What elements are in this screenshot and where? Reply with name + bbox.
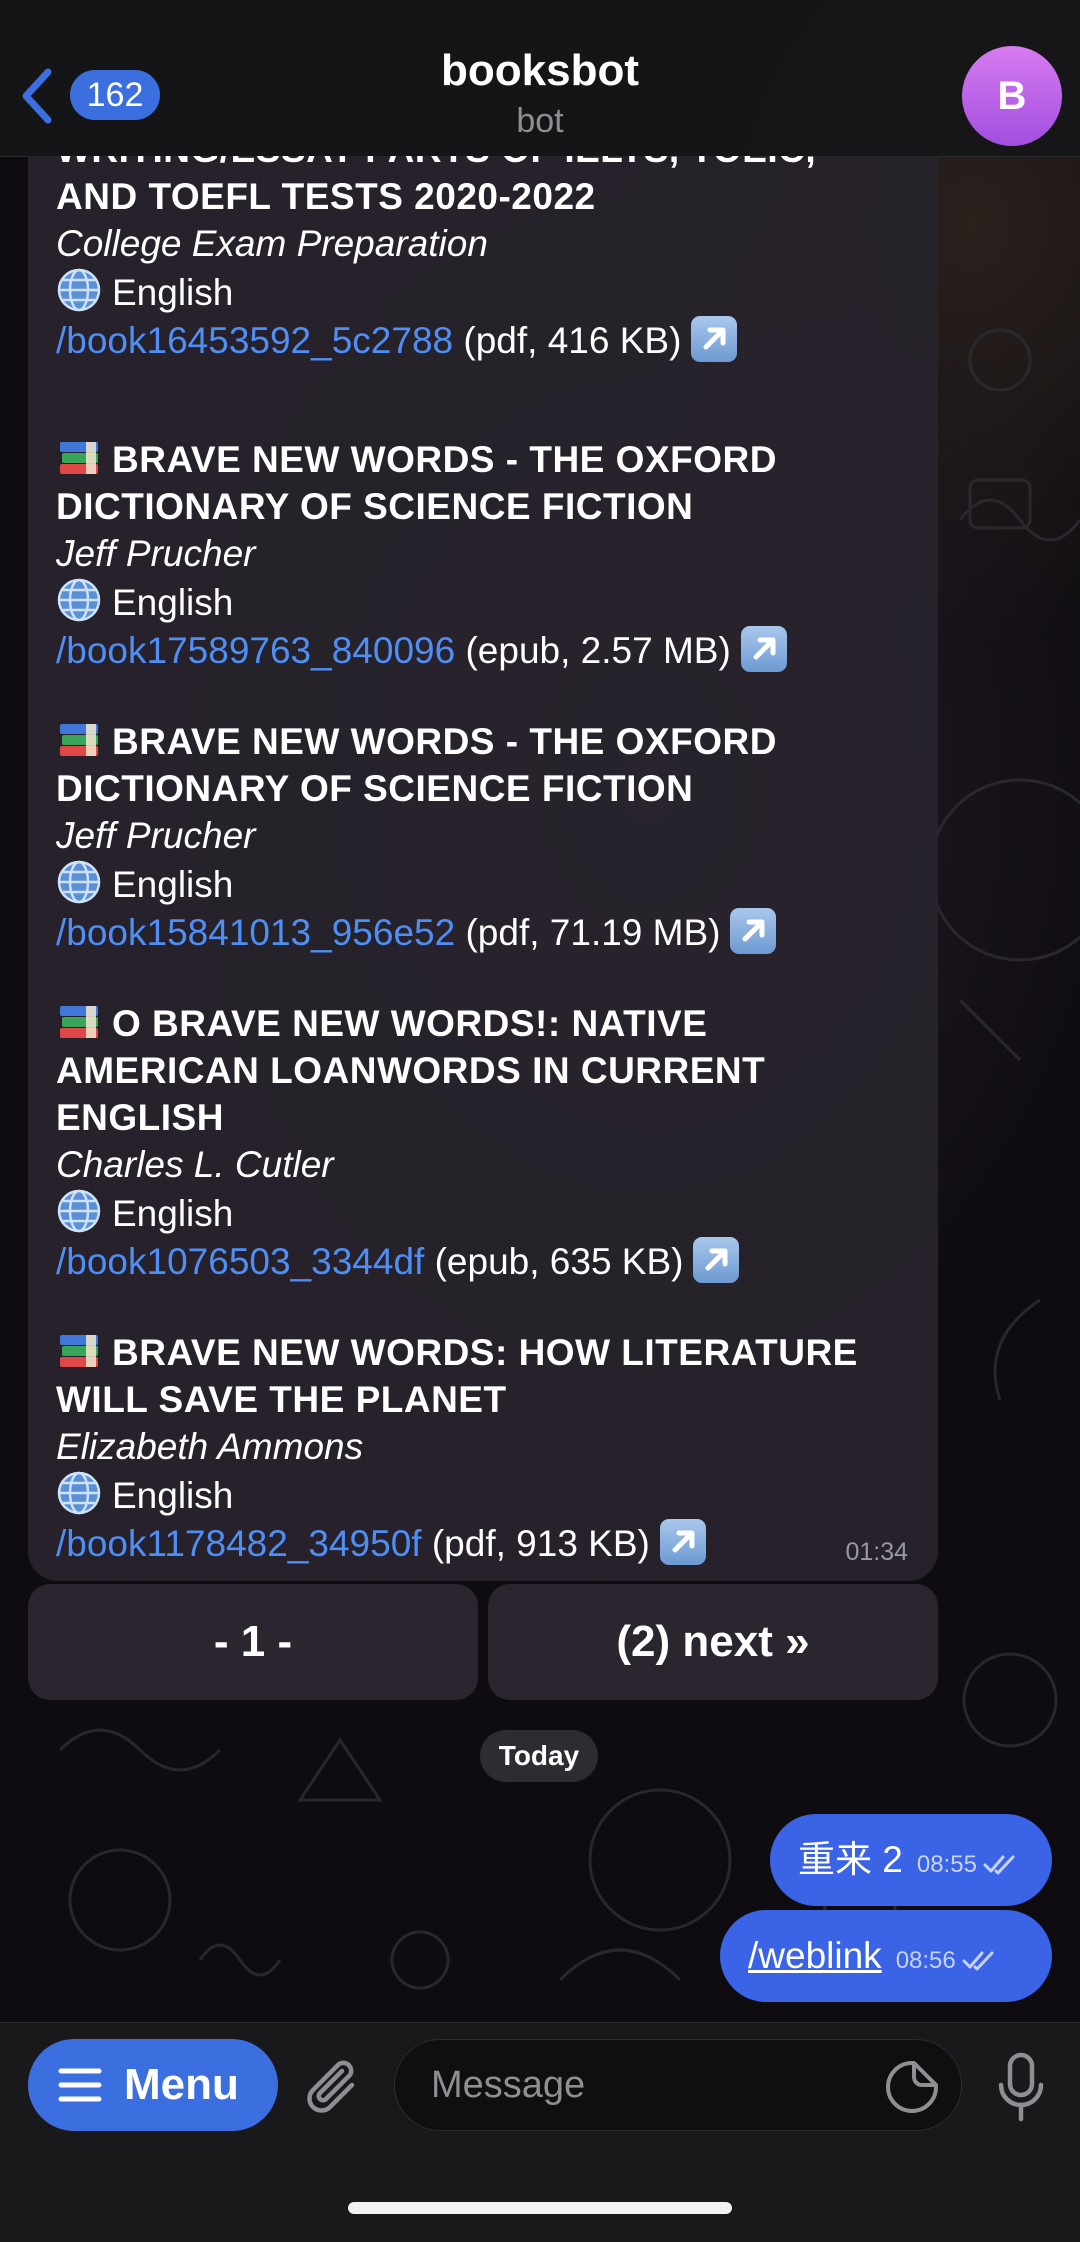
books-icon — [60, 1006, 98, 1038]
book-format: (epub, 2.57 MB) — [455, 630, 731, 671]
message-timestamp: 08:56 — [895, 1947, 956, 1974]
book-command-link[interactable]: /book1178482_34950f — [56, 1523, 422, 1564]
outgoing-message[interactable]: 重来 2 08:55 — [770, 1814, 1052, 1906]
globe-icon — [57, 860, 101, 904]
bot-menu-button[interactable]: Menu — [28, 2039, 278, 2131]
book-format: (pdf, 913 KB) — [421, 1523, 650, 1564]
book-language: English — [56, 859, 936, 908]
book-language: English — [56, 267, 936, 316]
menu-icon — [58, 2068, 102, 2102]
globe-icon — [57, 1471, 101, 1515]
microphone-icon[interactable] — [996, 2051, 1046, 2125]
book-title: BRAVE NEW WORDS - THE OXFORD DICTIONARY … — [56, 721, 777, 809]
double-check-icon — [983, 1855, 1015, 1875]
book-title: O BRAVE NEW WORDS!: NATIVE AMERICAN LOAN… — [56, 1003, 766, 1138]
book-title: WRITING/ESSAY PARTS OF IELTS, TOEIC, AND… — [56, 156, 816, 217]
paperclip-icon[interactable] — [304, 2055, 368, 2125]
book-command-link[interactable]: /book17589763_840096 — [56, 630, 455, 671]
book-download-line: /book1076503_3344df (epub, 635 KB) — [56, 1237, 936, 1285]
external-link-icon[interactable] — [659, 1519, 706, 1565]
double-check-icon — [962, 1951, 994, 1971]
book-author: Elizabeth Ammons — [56, 1426, 364, 1467]
sticker-icon[interactable] — [884, 2059, 940, 2115]
books-icon — [60, 1335, 98, 1367]
book-title: BRAVE NEW WORDS: HOW LITERATURE WILL SAV… — [56, 1332, 858, 1420]
book-format: (epub, 635 KB) — [424, 1241, 684, 1282]
book-download-line: /book16453592_5c2788 (pdf, 416 KB) — [56, 316, 936, 364]
date-separator: Today — [480, 1730, 598, 1782]
book-language: English — [56, 1188, 936, 1237]
book-language: English — [56, 577, 936, 626]
chat-title[interactable]: booksbot — [0, 46, 1080, 96]
book-command-link[interactable]: /book15841013_956e52 — [56, 912, 455, 953]
message-timestamp: 08:55 — [916, 1851, 977, 1878]
globe-icon — [57, 1189, 101, 1233]
book-command-link[interactable]: /book1076503_3344df — [56, 1241, 424, 1282]
next-page-button[interactable]: (2) next » — [488, 1584, 938, 1700]
book-download-line: /book1178482_34950f (pdf, 913 KB) — [56, 1519, 936, 1567]
external-link-icon[interactable] — [691, 316, 738, 362]
message-command-link[interactable]: /weblink — [748, 1935, 882, 1976]
external-link-icon[interactable] — [740, 626, 787, 672]
outgoing-message[interactable]: /weblink 08:56 — [720, 1910, 1052, 2002]
book-format: (pdf, 416 KB) — [453, 320, 682, 361]
chat-subtitle: bot — [516, 102, 564, 140]
book-author: College Exam Preparation — [56, 223, 488, 264]
book-author: Jeff Prucher — [56, 533, 256, 574]
avatar[interactable]: B — [962, 46, 1062, 146]
book-result: BRAVE NEW WORDS - THE OXFORD DICTIONARY … — [56, 436, 936, 674]
page-current-button[interactable]: - 1 - — [28, 1584, 478, 1700]
chat-header: 162 booksbot bot B — [0, 0, 1080, 157]
book-command-link[interactable]: /book16453592_5c2788 — [56, 320, 453, 361]
message-timestamp: 01:34 — [845, 1538, 908, 1566]
book-title: BRAVE NEW WORDS - THE OXFORD DICTIONARY … — [56, 439, 777, 527]
book-author: Jeff Prucher — [56, 815, 256, 856]
book-download-line: /book15841013_956e52 (pdf, 71.19 MB) — [56, 908, 936, 956]
books-icon — [60, 442, 98, 474]
book-result: BRAVE NEW WORDS: HOW LITERATURE WILL SAV… — [56, 1329, 936, 1567]
message-input[interactable] — [394, 2039, 962, 2131]
book-result: WRITING/ESSAY PARTS OF IELTS, TOEIC, AND… — [56, 156, 936, 364]
book-result: O BRAVE NEW WORDS!: NATIVE AMERICAN LOAN… — [56, 1000, 936, 1285]
books-icon — [60, 724, 98, 756]
external-link-icon[interactable] — [693, 1237, 740, 1283]
book-language: English — [56, 1470, 936, 1519]
book-result: BRAVE NEW WORDS - THE OXFORD DICTIONARY … — [56, 718, 936, 956]
home-indicator[interactable] — [348, 2202, 732, 2214]
external-link-icon[interactable] — [730, 908, 777, 954]
globe-icon — [57, 578, 101, 622]
bot-message-bubble: WRITING/ESSAY PARTS OF IELTS, TOEIC, AND… — [28, 156, 938, 1581]
book-download-line: /book17589763_840096 (epub, 2.57 MB) — [56, 626, 936, 674]
globe-icon — [57, 268, 101, 312]
menu-label: Menu — [124, 2060, 239, 2109]
message-text: 重来 2 — [798, 1839, 903, 1880]
book-author: Charles L. Cutler — [56, 1144, 334, 1185]
book-format: (pdf, 71.19 MB) — [455, 912, 721, 953]
